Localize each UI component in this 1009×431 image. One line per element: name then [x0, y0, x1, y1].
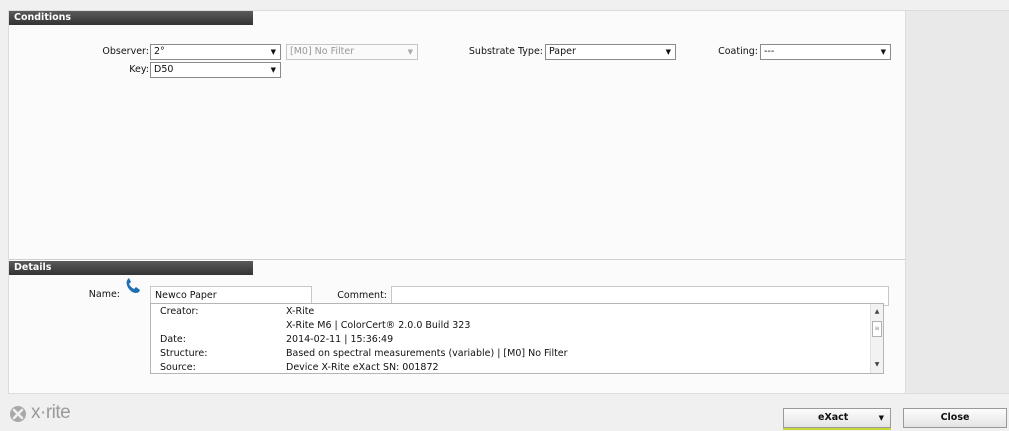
key-label: Key:	[129, 64, 149, 75]
scroll-down-icon[interactable]: ▼	[871, 359, 883, 371]
logo-text: x·rite	[31, 402, 71, 423]
section-divider	[9, 259, 905, 260]
info-key: Creator:	[160, 306, 199, 317]
info-value: X-Rite M6 | ColorCert® 2.0.0 Build 323	[286, 320, 471, 331]
substrate-label: Substrate Type:	[468, 46, 543, 57]
name-label: Name:	[88, 289, 120, 300]
device-button-accent	[783, 428, 891, 430]
key-value: D50	[154, 64, 174, 75]
device-button[interactable]: eXact ▼	[783, 408, 891, 428]
info-value: Based on spectral measurements (variable…	[286, 348, 568, 359]
scroll-thumb[interactable]: ≡	[872, 321, 882, 337]
key-select[interactable]: D50 ▼	[150, 62, 281, 78]
conditions-header: Conditions	[9, 11, 253, 25]
chevron-down-icon: ▼	[665, 48, 671, 56]
coating-label: Coating:	[718, 46, 758, 57]
device-button-label: eXact	[818, 412, 849, 423]
details-header: Details	[9, 261, 253, 275]
scroll-up-icon[interactable]: ▲	[871, 306, 883, 318]
phone-icon[interactable]	[124, 277, 142, 295]
info-value: Device X-Rite eXact SN: 001872	[286, 362, 439, 373]
info-key: Source:	[160, 362, 196, 373]
substrate-select[interactable]: Paper ▼	[545, 44, 676, 60]
info-key: Structure:	[160, 348, 208, 359]
info-list[interactable]: Creator: X-Rite X-Rite M6 | ColorCert® 2…	[150, 303, 884, 374]
substrate-value: Paper	[549, 46, 576, 57]
chevron-down-icon: ▼	[270, 66, 276, 74]
chevron-down-icon: ▼	[878, 414, 884, 422]
info-value: X-Rite	[286, 306, 315, 317]
observer-select[interactable]: 2° ▼	[150, 44, 281, 60]
info-value: 2014-02-11 | 15:36:49	[286, 334, 394, 345]
comment-label: Comment:	[337, 290, 387, 301]
filter-select: [M0] No Filter ▼	[286, 44, 418, 60]
filter-value: [M0] No Filter	[290, 46, 355, 57]
close-button[interactable]: Close	[903, 408, 1007, 428]
info-scrollbar[interactable]: ▲ ≡ ▼	[870, 304, 883, 373]
xrite-logo-icon	[10, 406, 26, 422]
observer-label: Observer:	[102, 46, 149, 57]
chevron-down-icon: ▼	[407, 48, 413, 56]
coating-value: ---	[764, 46, 775, 57]
info-key: Date:	[160, 334, 186, 345]
side-panel	[906, 10, 1009, 394]
chevron-down-icon: ▼	[880, 48, 886, 56]
coating-select[interactable]: --- ▼	[760, 44, 891, 60]
observer-value: 2°	[154, 46, 165, 57]
chevron-down-icon: ▼	[270, 48, 276, 56]
